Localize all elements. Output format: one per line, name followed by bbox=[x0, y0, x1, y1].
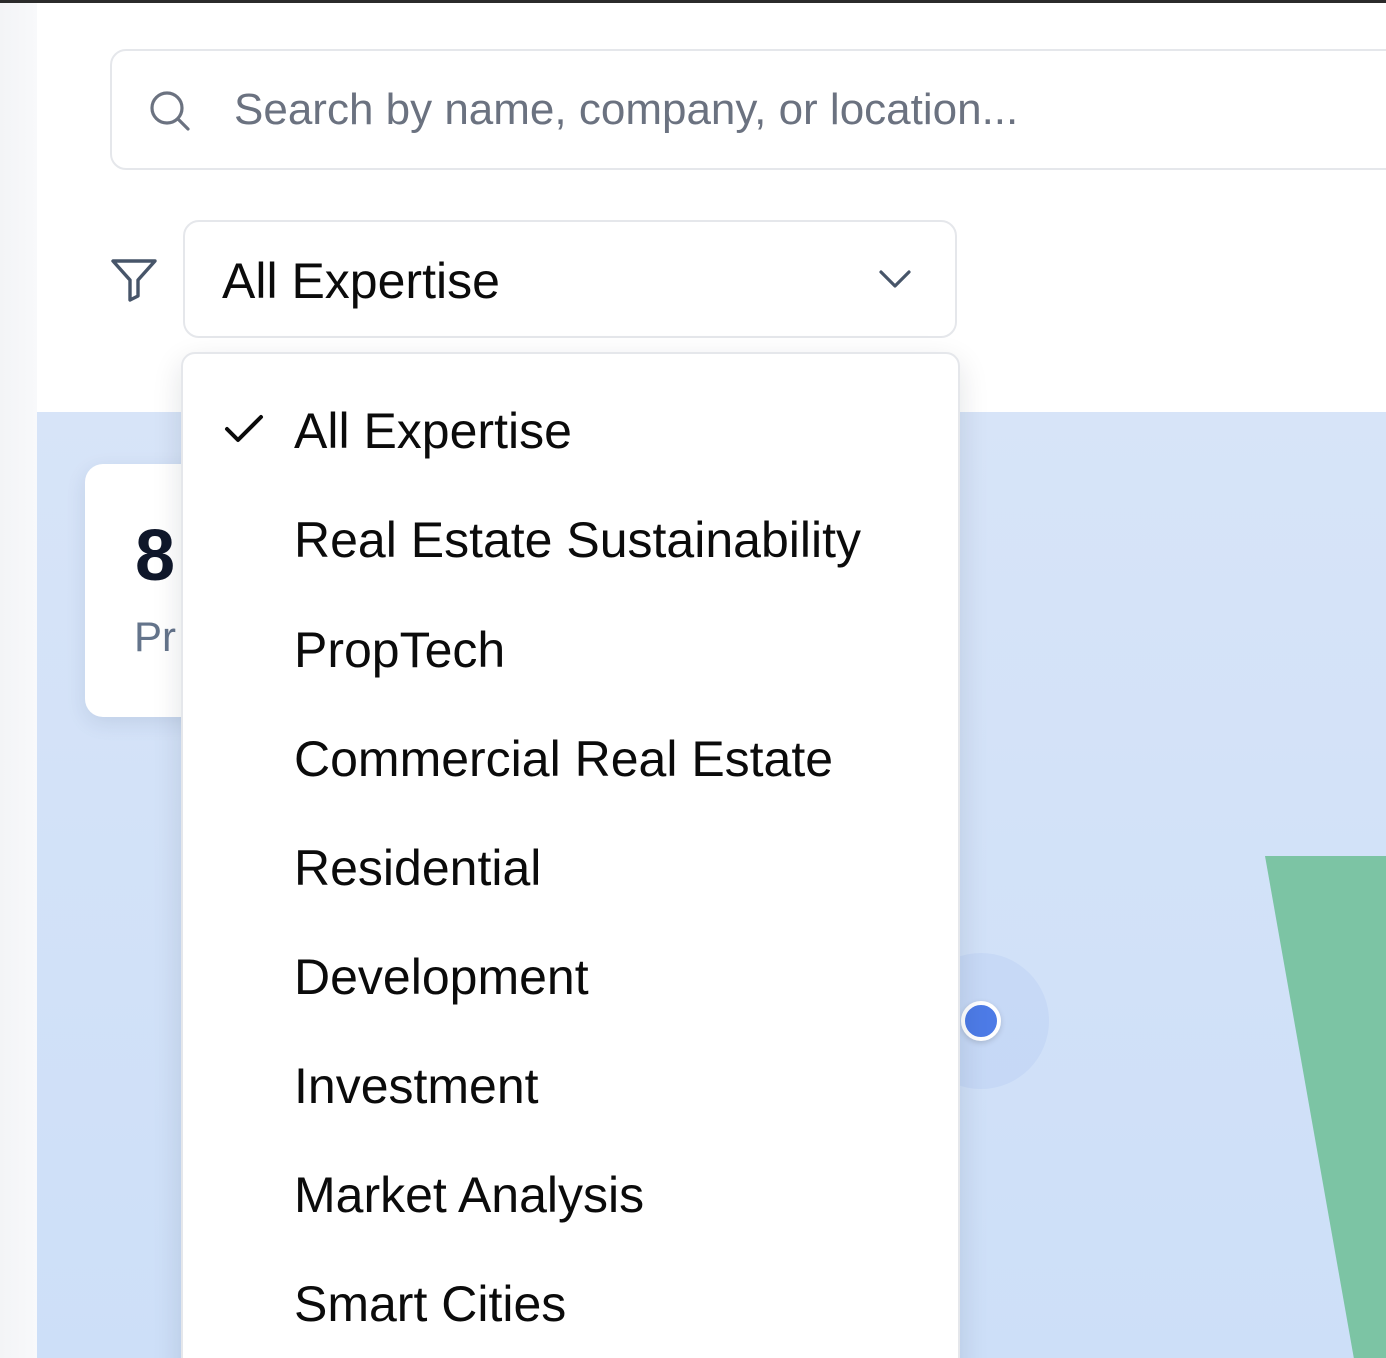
map-marker[interactable] bbox=[961, 1001, 1001, 1041]
search-input[interactable] bbox=[232, 71, 1332, 149]
dropdown-option-label: Residential bbox=[294, 840, 542, 896]
stats-label: Pr bbox=[134, 613, 176, 660]
expertise-dropdown-menu: All Expertise Real Estate Sustainability… bbox=[181, 352, 960, 1358]
filter-icon bbox=[110, 256, 158, 304]
dropdown-option-label: Smart Cities bbox=[294, 1276, 567, 1332]
dropdown-option-smart-cities[interactable]: Smart Cities bbox=[193, 1247, 948, 1347]
expertise-select[interactable]: All Expertise bbox=[183, 220, 957, 338]
dropdown-option-development[interactable]: Development bbox=[193, 920, 948, 1020]
map-land-shape bbox=[1265, 856, 1386, 1358]
search-icon bbox=[148, 89, 192, 133]
dropdown-option-label: Market Analysis bbox=[294, 1167, 645, 1223]
dropdown-option-commercial-real-estate[interactable]: Commercial Real Estate bbox=[193, 702, 948, 802]
expertise-select-value: All Expertise bbox=[222, 253, 500, 309]
check-icon bbox=[223, 412, 265, 446]
dropdown-option-label: Real Estate Sustainability bbox=[294, 512, 861, 568]
dropdown-option-investment[interactable]: Investment bbox=[193, 1029, 948, 1129]
dropdown-option-market-analysis[interactable]: Market Analysis bbox=[193, 1138, 948, 1238]
search-bar[interactable] bbox=[110, 49, 1386, 170]
dropdown-option-label: PropTech bbox=[294, 622, 506, 678]
dropdown-option-label: Investment bbox=[294, 1058, 539, 1114]
dropdown-option-label: All Expertise bbox=[294, 403, 572, 459]
dropdown-option-label: Commercial Real Estate bbox=[294, 731, 834, 787]
left-gutter bbox=[0, 3, 37, 1358]
dropdown-option-label: Development bbox=[294, 949, 589, 1005]
window-top-edge bbox=[0, 0, 1386, 3]
dropdown-option-real-estate-sustainability[interactable]: Real Estate Sustainability bbox=[193, 483, 948, 583]
chevron-down-icon bbox=[877, 266, 913, 294]
stats-count: 8 bbox=[135, 516, 176, 596]
dropdown-option-all-expertise[interactable]: All Expertise bbox=[193, 374, 948, 474]
dropdown-option-proptech[interactable]: PropTech bbox=[193, 593, 948, 693]
dropdown-option-residential[interactable]: Residential bbox=[193, 811, 948, 911]
page: 8 Pr All Expertise bbox=[0, 0, 1386, 1358]
